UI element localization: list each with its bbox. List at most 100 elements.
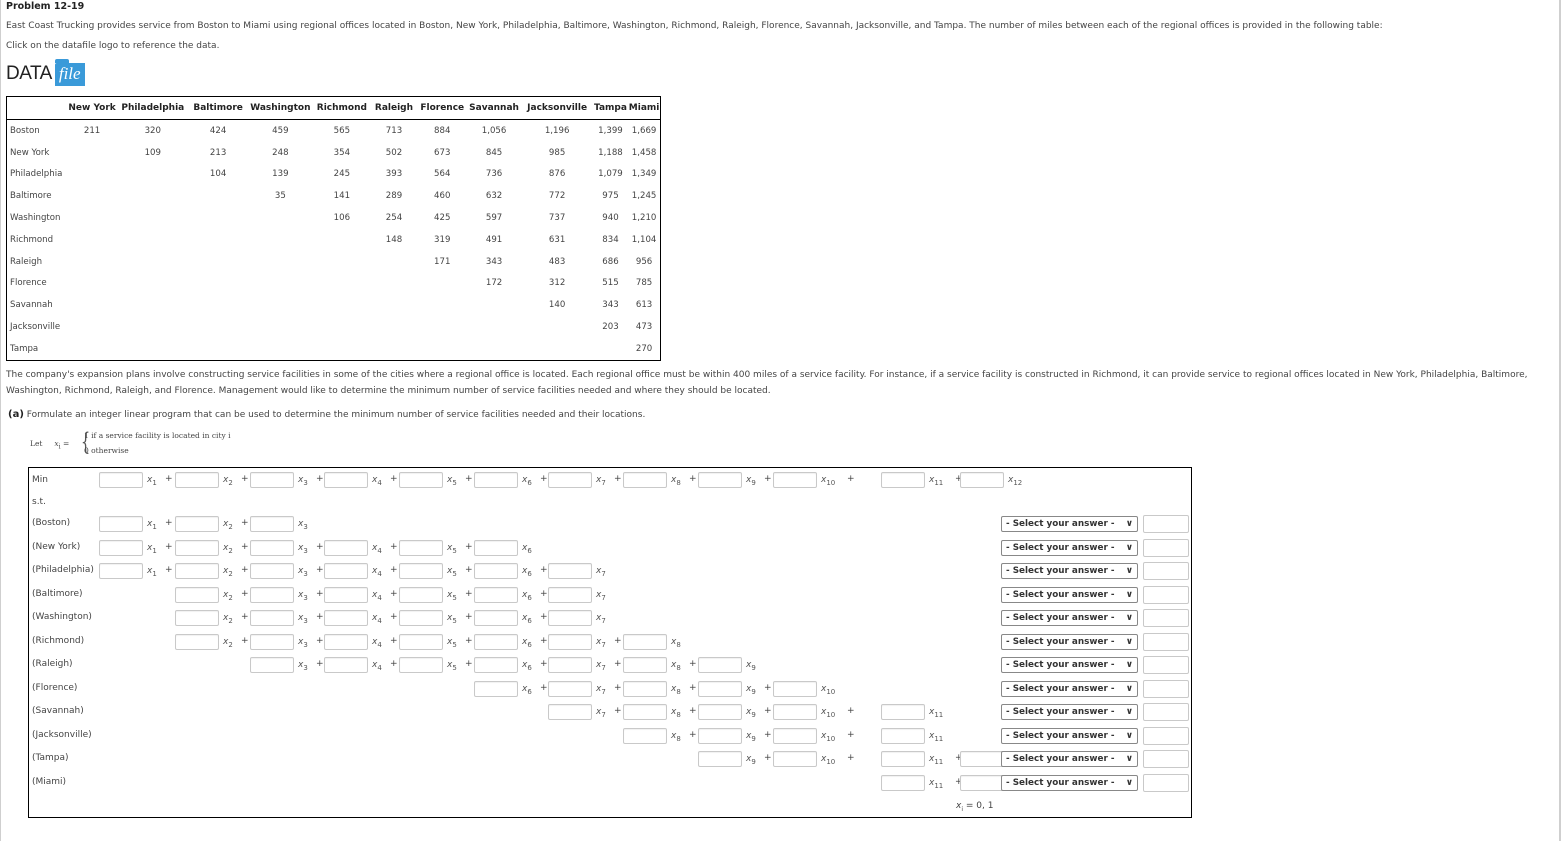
coefficient-x7-input[interactable]	[548, 633, 592, 650]
coefficient-x9-input[interactable]	[698, 751, 742, 767]
rhs-input[interactable]	[1143, 585, 1189, 604]
coefficient-x11-input[interactable]	[881, 727, 925, 744]
inequality-select[interactable]: - Select your answer - ∨	[1001, 704, 1138, 720]
rhs-input[interactable]	[1143, 656, 1189, 674]
coefficient-x8-input[interactable]	[623, 727, 667, 744]
inequality-select[interactable]: - Select your answer - ∨	[1001, 633, 1138, 650]
coefficient-x11-input[interactable]	[881, 704, 925, 720]
coefficient-x9-input[interactable]	[698, 657, 742, 673]
coefficient-x5-input[interactable]	[399, 539, 443, 556]
formulation-panel: xi = 0, 1 Min x1 + x2 + x3 + x4 + x5 + x6 + x7 + x8 + x9 +…	[28, 467, 1192, 818]
coefficient-x8-input[interactable]	[623, 472, 667, 488]
coefficient-x2-input[interactable]	[175, 586, 219, 603]
datafile-logo-link[interactable]: DATA file	[6, 58, 85, 86]
coefficient-x3-input[interactable]	[250, 563, 294, 579]
coefficient-x7-input[interactable]	[548, 704, 592, 720]
coefficient-x10-input[interactable]	[773, 680, 817, 697]
rhs-input[interactable]	[1143, 538, 1189, 557]
coefficient-x3-input[interactable]	[250, 633, 294, 650]
coefficient-x2-input[interactable]	[175, 563, 219, 579]
inequality-select[interactable]: - Select your answer - ∨	[1001, 610, 1138, 626]
coefficient-x2-input[interactable]	[175, 539, 219, 556]
coefficient-x7-input[interactable]	[548, 563, 592, 579]
coefficient-x5-input[interactable]	[399, 586, 443, 603]
coefficient-x5-input[interactable]	[399, 610, 443, 626]
coefficient-x1-input[interactable]	[99, 516, 143, 532]
coefficient-x9-input[interactable]	[698, 727, 742, 744]
rhs-input[interactable]	[1143, 632, 1189, 651]
coefficient-x5-input[interactable]	[399, 472, 443, 488]
coefficient-x12-input[interactable]	[960, 774, 1004, 791]
coefficient-x1-input[interactable]	[99, 472, 143, 488]
coefficient-x1-input[interactable]	[99, 563, 143, 579]
coefficient-x6-input[interactable]	[474, 472, 518, 488]
coefficient-x8-input[interactable]	[623, 704, 667, 720]
coefficient-x11-input[interactable]	[881, 774, 925, 791]
coefficient-x7-input[interactable]	[548, 610, 592, 626]
coefficient-x3-input[interactable]	[250, 610, 294, 626]
rhs-input[interactable]	[1143, 609, 1189, 627]
inequality-select[interactable]: - Select your answer - ∨	[1001, 563, 1138, 579]
coefficient-x7-input[interactable]	[548, 472, 592, 488]
inequality-select[interactable]: - Select your answer - ∨	[1001, 774, 1138, 791]
coefficient-x3-input[interactable]	[250, 539, 294, 556]
coefficient-x1-input[interactable]	[99, 539, 143, 556]
coefficient-x5-input[interactable]	[399, 657, 443, 673]
coefficient-x6-input[interactable]	[474, 633, 518, 650]
coefficient-x10-input[interactable]	[773, 704, 817, 720]
coefficient-x8-input[interactable]	[623, 633, 667, 650]
inequality-select[interactable]: - Select your answer - ∨	[1001, 516, 1138, 532]
coefficient-x4-input[interactable]	[324, 539, 368, 556]
coefficient-x11-input[interactable]	[881, 472, 925, 488]
coefficient-x10-input[interactable]	[773, 751, 817, 767]
coefficient-x4-input[interactable]	[324, 586, 368, 603]
inequality-select[interactable]: - Select your answer - ∨	[1001, 657, 1138, 673]
rhs-input[interactable]	[1143, 515, 1189, 533]
coefficient-x6-input[interactable]	[474, 610, 518, 626]
coefficient-x4-input[interactable]	[324, 472, 368, 488]
inequality-select[interactable]: - Select your answer - ∨	[1001, 751, 1138, 767]
coefficient-x3-input[interactable]	[250, 657, 294, 673]
rhs-input[interactable]	[1143, 726, 1189, 745]
rhs-input[interactable]	[1143, 750, 1189, 768]
coefficient-x6-input[interactable]	[474, 539, 518, 556]
rhs-input[interactable]	[1143, 562, 1189, 580]
coefficient-x5-input[interactable]	[399, 633, 443, 650]
coefficient-x8-input[interactable]	[623, 657, 667, 673]
coefficient-x8-input[interactable]	[623, 680, 667, 697]
coefficient-x5-input[interactable]	[399, 563, 443, 579]
coefficient-x3-input[interactable]	[250, 472, 294, 488]
inequality-select[interactable]: - Select your answer - ∨	[1001, 680, 1138, 697]
coefficient-x3-input[interactable]	[250, 586, 294, 603]
coefficient-x3-input[interactable]	[250, 516, 294, 532]
coefficient-x4-input[interactable]	[324, 610, 368, 626]
coefficient-x12-input[interactable]	[960, 751, 1004, 767]
coefficient-x7-input[interactable]	[548, 586, 592, 603]
coefficient-x9-input[interactable]	[698, 680, 742, 697]
inequality-select[interactable]: - Select your answer - ∨	[1001, 539, 1138, 556]
coefficient-x2-input[interactable]	[175, 472, 219, 488]
rhs-input[interactable]	[1143, 703, 1189, 721]
coefficient-x2-input[interactable]	[175, 633, 219, 650]
coefficient-x2-input[interactable]	[175, 516, 219, 532]
coefficient-x7-input[interactable]	[548, 657, 592, 673]
coefficient-x9-input[interactable]	[698, 472, 742, 488]
coefficient-x11-input[interactable]	[881, 751, 925, 767]
coefficient-x12-input[interactable]	[960, 472, 1004, 488]
inequality-select[interactable]: - Select your answer - ∨	[1001, 586, 1138, 603]
rhs-input[interactable]	[1143, 679, 1189, 698]
coefficient-x4-input[interactable]	[324, 657, 368, 673]
coefficient-x4-input[interactable]	[324, 563, 368, 579]
rhs-input[interactable]	[1143, 773, 1189, 792]
coefficient-x6-input[interactable]	[474, 563, 518, 579]
coefficient-x10-input[interactable]	[773, 727, 817, 744]
inequality-select[interactable]: - Select your answer - ∨	[1001, 727, 1138, 744]
coefficient-x4-input[interactable]	[324, 633, 368, 650]
coefficient-x10-input[interactable]	[773, 472, 817, 488]
coefficient-x2-input[interactable]	[175, 610, 219, 626]
coefficient-x6-input[interactable]	[474, 657, 518, 673]
coefficient-x9-input[interactable]	[698, 704, 742, 720]
coefficient-x6-input[interactable]	[474, 586, 518, 603]
coefficient-x7-input[interactable]	[548, 680, 592, 697]
coefficient-x6-input[interactable]	[474, 680, 518, 697]
